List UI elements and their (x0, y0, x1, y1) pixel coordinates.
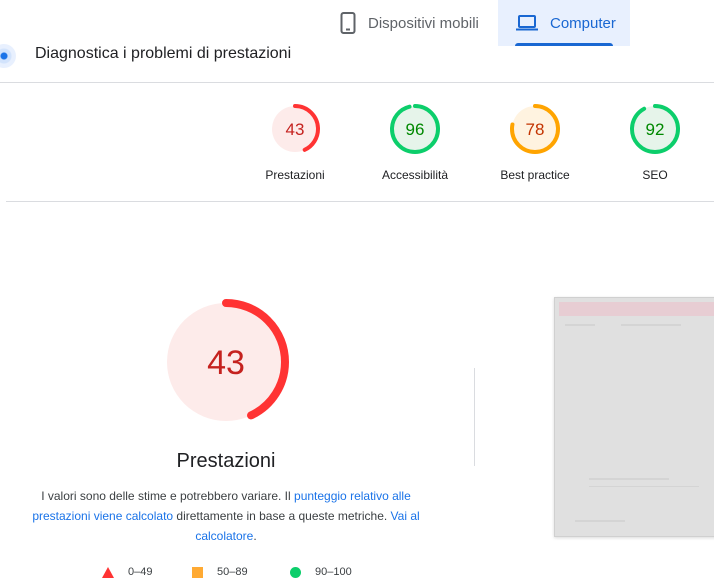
desc-suffix: . (253, 529, 257, 543)
legend-pass: 90–100 (290, 566, 352, 578)
performance-description: I valori sono delle stime e potrebbero v… (28, 486, 424, 546)
gauge-score: 96 (406, 120, 425, 139)
performance-big-gauge: 43 (163, 299, 289, 425)
thumbnail-line (575, 520, 625, 522)
gauge-score: 78 (526, 120, 545, 139)
thumbnail-header-bar (559, 302, 714, 316)
vertical-divider (474, 368, 475, 466)
thumbnail-line (621, 324, 681, 326)
section-title: Diagnostica i problemi di prestazioni (35, 45, 292, 62)
divider-middle (6, 201, 714, 202)
gauge-performance[interactable]: 43 Prestazioni (240, 104, 350, 182)
divider-top (0, 82, 714, 83)
gauge-label: SEO (642, 168, 668, 182)
tab-desktop[interactable]: Computer (498, 0, 630, 46)
thumbnail-line (589, 486, 699, 487)
gauge-score: 92 (646, 120, 665, 139)
thumbnail-line (565, 324, 595, 326)
circle-icon (290, 566, 301, 578)
desc-prefix: I valori sono delle stime e potrebbero v… (41, 489, 295, 503)
gauge-ring: 96 (390, 104, 440, 154)
tab-mobile-label: Dispositivi mobili (368, 14, 479, 32)
gauge-score: 43 (286, 120, 305, 139)
tab-mobile[interactable]: Dispositivi mobili (330, 0, 498, 46)
gauge-label: Accessibilità (381, 168, 449, 182)
tab-desktop-label: Computer (550, 14, 616, 32)
gauge-ring: 92 (630, 104, 680, 154)
gauge-ring: 78 (510, 104, 560, 154)
legend-average-label: 50–89 (217, 566, 248, 578)
legend-average: 50–89 (192, 566, 248, 578)
gauge-accessibility[interactable]: 96 Accessibilità (360, 104, 470, 182)
gauge-label: Best practice (500, 168, 570, 182)
diagnostics-dot-icon (0, 44, 16, 68)
legend-pass-label: 90–100 (315, 566, 352, 578)
gauge-best-practices[interactable]: 78 Best practice (480, 104, 590, 182)
legend-fail: 0–49 (102, 566, 152, 578)
thumbnail-line (589, 478, 669, 480)
gauge-seo[interactable]: 92 SEO (600, 104, 710, 182)
gauge-label: Prestazioni (265, 168, 325, 182)
gauge-ring: 43 (270, 104, 320, 154)
square-icon (192, 566, 203, 578)
page-screenshot-thumbnail[interactable] (554, 297, 714, 537)
performance-title: Prestazioni (176, 450, 276, 472)
legend-fail-label: 0–49 (128, 566, 153, 578)
big-gauge-score: 43 (207, 344, 245, 382)
smartphone-icon (340, 12, 356, 34)
triangle-icon (102, 566, 114, 578)
laptop-icon (516, 15, 538, 31)
desc-middle: direttamente in base a queste metriche. (173, 509, 391, 523)
